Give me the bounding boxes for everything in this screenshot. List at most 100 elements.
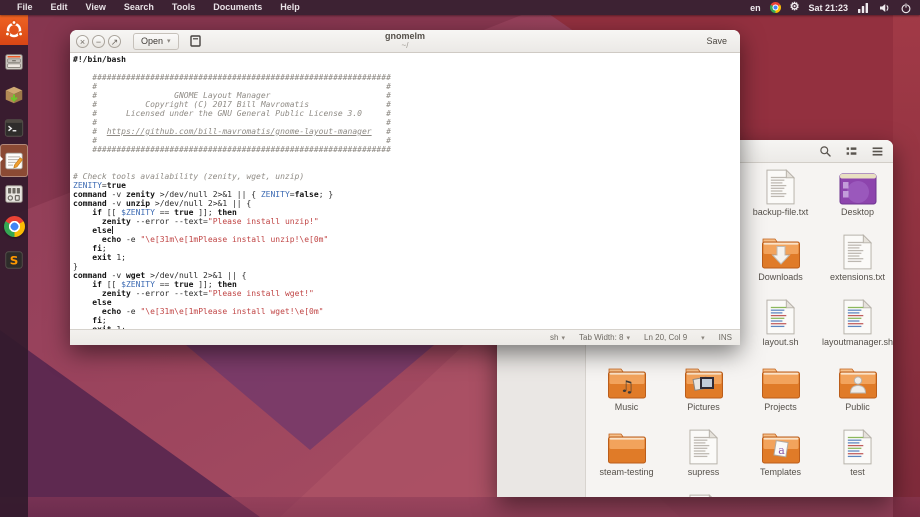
minimize-icon[interactable]: −: [92, 35, 105, 48]
volume-icon[interactable]: [878, 2, 891, 14]
menu-tools[interactable]: Tools: [163, 0, 204, 15]
grid-view-icon[interactable]: [843, 143, 859, 159]
close-icon[interactable]: ×: [76, 35, 89, 48]
launcher-item-tweaks[interactable]: [0, 177, 28, 210]
tab-width-label: Tab Width: 8: [579, 333, 623, 342]
power-icon[interactable]: [900, 2, 912, 14]
launcher-item-ubuntu-logo[interactable]: [0, 15, 28, 45]
menu-file[interactable]: File: [8, 0, 42, 15]
launcher-item-files[interactable]: [0, 45, 28, 78]
network-icon[interactable]: [857, 2, 869, 13]
tab-width-selector[interactable]: Tab Width: 8 ▾: [579, 333, 630, 342]
file-item-Music[interactable]: ♫Music: [590, 360, 663, 412]
session-gear-icon[interactable]: ⚙: [790, 2, 800, 13]
file-label: Public: [845, 402, 870, 412]
code-line: ########################################…: [73, 145, 740, 154]
file-item-backup-file.txt[interactable]: backup-file.txt: [744, 165, 817, 217]
file-item[interactable]: [667, 490, 740, 497]
file-item[interactable]: [821, 490, 893, 497]
code-line: command -v zenity >/dev/null 2>&1 || { Z…: [73, 190, 740, 199]
launcher-item-gedit[interactable]: [0, 144, 28, 177]
file-item-supress[interactable]: supress: [667, 425, 740, 477]
chrome-icon[interactable]: [770, 2, 781, 13]
save-button[interactable]: Save: [699, 33, 734, 50]
file-item-layout.sh[interactable]: layout.sh: [744, 295, 817, 347]
file-item-Public[interactable]: Public: [821, 360, 893, 412]
menu-search[interactable]: Search: [115, 0, 163, 15]
code-line: # #: [73, 118, 740, 127]
text-editor-area[interactable]: #!/bin/bash ############################…: [70, 53, 740, 330]
code-line: command -v unzip >/dev/null 2>&1 || {: [73, 199, 740, 208]
folder-icon: [606, 490, 648, 497]
gedit-statusbar: sh ▾ Tab Width: 8 ▾ Ln 20, Col 9 ▾ INS: [70, 329, 740, 345]
svg-text:♫: ♫: [619, 377, 633, 396]
new-document-icon[interactable]: [188, 34, 204, 49]
file-item-extensions.txt[interactable]: extensions.txt: [821, 230, 893, 282]
menu-edit[interactable]: Edit: [42, 0, 77, 15]
file-item-layoutmanager.sh[interactable]: layoutmanager.sh: [821, 295, 893, 347]
wallpaper-layer: [0, 497, 920, 517]
code-line: echo -e "\e[31m\e[1mPlease install wget!…: [73, 307, 740, 316]
clock[interactable]: Sat 21:23: [808, 3, 848, 13]
launcher-item-sublime[interactable]: S: [0, 243, 28, 276]
code-line: exit 1;: [73, 253, 740, 262]
open-button[interactable]: Open ▾: [133, 33, 179, 50]
text-cursor: [112, 226, 113, 234]
wallpaper-layer: [893, 0, 920, 517]
file-item[interactable]: [744, 490, 817, 497]
code-line: ZENITY=true: [73, 181, 740, 190]
keyboard-indicator[interactable]: en: [750, 3, 761, 13]
menu-help[interactable]: Help: [271, 0, 309, 15]
code-line: # Copyright (C) 2017 Bill Mavromatis #: [73, 100, 740, 109]
ubuntu-logo-icon: [2, 18, 26, 42]
code-line: else: [73, 298, 740, 307]
desktop-icon: [839, 165, 877, 205]
file-label: Downloads: [758, 272, 803, 282]
gedit-headerbar: × − ↗ Open ▾ gnomelm ~/ Save: [70, 30, 740, 53]
chevron-down-icon: ▾: [562, 334, 566, 342]
file-item-Downloads[interactable]: Downloads: [744, 230, 817, 282]
file-label: Pictures: [687, 402, 720, 412]
file-item[interactable]: [590, 490, 663, 497]
code-line: if [[ $ZENITY == true ]]; then: [73, 208, 740, 217]
svg-text:a: a: [778, 444, 785, 457]
file-item-test[interactable]: test: [821, 425, 893, 477]
file-item-Desktop[interactable]: Desktop: [821, 165, 893, 217]
file-label: Templates: [760, 467, 801, 477]
menu-view[interactable]: View: [77, 0, 115, 15]
code-line: command -v wget >/dev/null 2>&1 || {: [73, 271, 740, 280]
restore-icon[interactable]: ↗: [108, 35, 121, 48]
script-icon: [843, 295, 872, 335]
menubar: FileEditViewSearchToolsDocumentsHelp: [0, 0, 309, 15]
chevron-down-icon: ▾: [626, 334, 630, 342]
indicator-tray: en ⚙ Sat 21:23: [750, 2, 920, 14]
script-icon: [766, 295, 795, 335]
menu-documents[interactable]: Documents: [204, 0, 271, 15]
file-item-Projects[interactable]: Projects: [744, 360, 817, 412]
file-item-Templates[interactable]: a Templates: [744, 425, 817, 477]
launcher-item-chrome[interactable]: [0, 210, 28, 243]
list-view-icon[interactable]: [869, 143, 885, 159]
gedit-icon: [2, 149, 26, 173]
desktop: backup-file.txt Desktop Downloads extensio…: [0, 0, 920, 517]
launcher-item-terminal[interactable]: [0, 111, 28, 144]
launcher-item-software[interactable]: [0, 78, 28, 111]
code-line: }: [73, 262, 740, 271]
folder-public-icon: [837, 360, 879, 400]
cursor-position[interactable]: Ln 20, Col 9: [644, 333, 687, 342]
language-selector[interactable]: sh ▾: [550, 333, 565, 342]
open-button-label: Open: [141, 36, 163, 46]
folder-downloads-icon: [760, 230, 802, 270]
file-item-Pictures[interactable]: Pictures: [667, 360, 740, 412]
file-item-steam-testing[interactable]: steam-testing: [590, 425, 663, 477]
text-icon: [689, 425, 718, 465]
chevron-down-icon[interactable]: ▾: [701, 334, 705, 342]
sublime-icon: S: [2, 248, 26, 272]
file-label: supress: [688, 467, 720, 477]
folder-music-icon: ♫: [606, 360, 648, 400]
file-label: Desktop: [841, 207, 874, 217]
code-line: # https://github.com/bill-mavromatis/gno…: [73, 127, 740, 136]
code-line: fi;: [73, 316, 740, 325]
file-label: extensions.txt: [830, 272, 885, 282]
search-icon[interactable]: [817, 143, 833, 159]
